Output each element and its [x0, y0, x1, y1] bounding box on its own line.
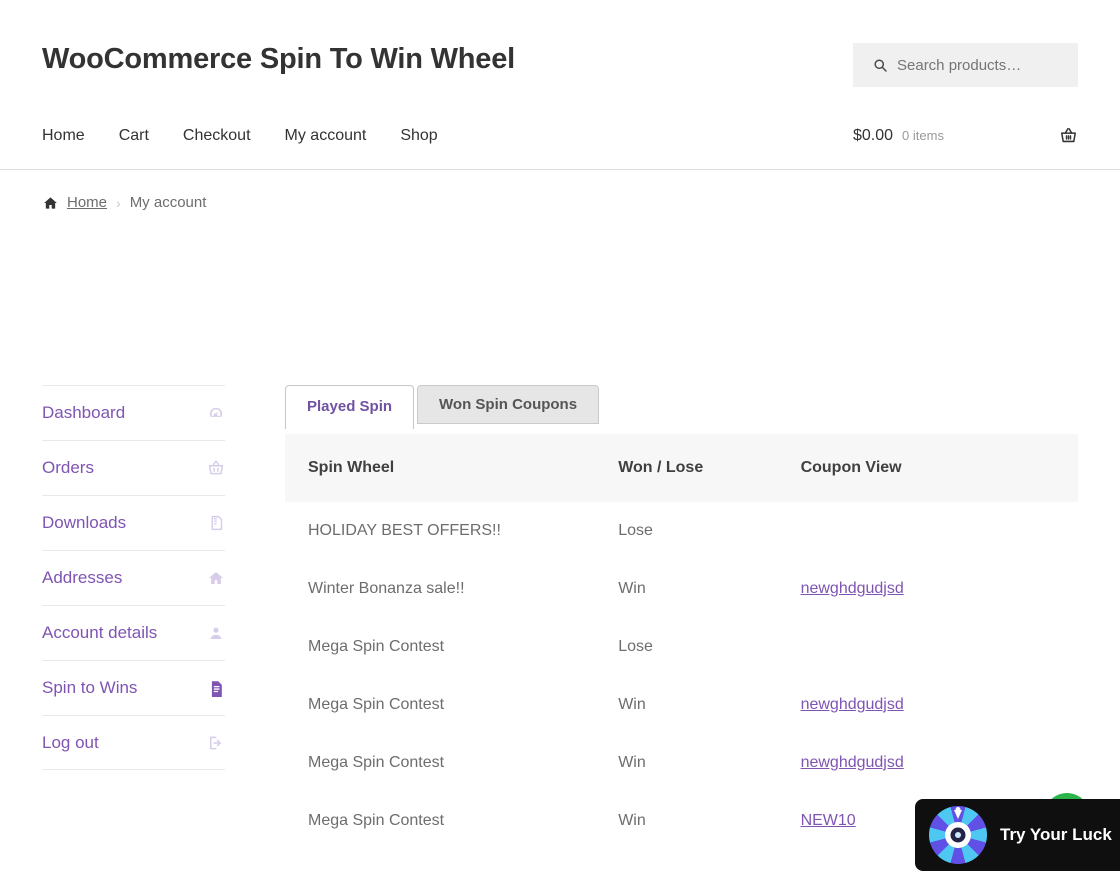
file-zip-icon [208, 514, 225, 532]
cell-coupon [785, 618, 1078, 676]
sidebar-link-account-details[interactable]: Account details [42, 623, 157, 643]
account-content: Played Spin Won Spin Coupons Spin Wheel … [285, 385, 1078, 850]
file-text-icon [208, 679, 225, 697]
tab-played-spin[interactable]: Played Spin [285, 385, 415, 429]
account-sidebar: Dashboard Orders Downloads Addresses Acc… [42, 385, 225, 770]
sidebar-item-spin-to-wins[interactable]: Spin to Wins [42, 660, 225, 715]
sidebar-item-log-out[interactable]: Log out [42, 715, 225, 770]
search-icon [873, 58, 897, 73]
cell-result: Win [618, 696, 646, 713]
breadcrumb-separator: › [116, 194, 121, 211]
table-row: Mega Spin Contest Win newghdgudjsd [285, 676, 1078, 734]
spin-tabs: Played Spin Won Spin Coupons [285, 385, 1078, 429]
nav-item-my-account[interactable]: My account [285, 127, 367, 144]
coupon-link[interactable]: newghdgudjsd [801, 696, 904, 713]
primary-nav: Home Cart Checkout My account Shop [42, 127, 472, 145]
sign-out-icon [207, 734, 225, 752]
col-header-coupon-view: Coupon View [784, 434, 1078, 502]
breadcrumb: Home › My account [42, 194, 1078, 211]
basket-icon [207, 459, 225, 477]
table-row: HOLIDAY BEST OFFERS!! Lose [285, 502, 1078, 560]
home-icon [207, 569, 225, 587]
home-icon [42, 195, 59, 211]
cell-spin-wheel: Mega Spin Contest [308, 812, 445, 829]
cell-spin-wheel: Mega Spin Contest [308, 638, 445, 655]
nav-item-home[interactable]: Home [42, 127, 85, 144]
col-header-spin-wheel: Spin Wheel [285, 434, 603, 502]
coupon-link[interactable]: newghdgudjsd [801, 754, 904, 771]
sidebar-item-dashboard[interactable]: Dashboard [42, 385, 225, 440]
site-header: WooCommerce Spin To Win Wheel Home Cart … [0, 0, 1120, 170]
cell-result: Lose [618, 638, 653, 655]
sidebar-item-orders[interactable]: Orders [42, 440, 225, 495]
cell-result: Win [618, 754, 646, 771]
nav-item-shop[interactable]: Shop [400, 127, 437, 144]
cart-total[interactable]: $0.00 [853, 127, 893, 145]
try-your-luck-label: Try Your Luck [1000, 825, 1112, 844]
coupon-link[interactable]: NEW10 [801, 812, 856, 829]
sidebar-link-dashboard[interactable]: Dashboard [42, 403, 125, 423]
cell-result: Win [618, 580, 646, 597]
gauge-icon [207, 404, 225, 422]
user-icon [207, 624, 225, 642]
header-divider [0, 169, 1120, 170]
col-header-won-lose: Won / Lose [602, 434, 785, 502]
sidebar-item-account-details[interactable]: Account details [42, 605, 225, 660]
cart-items-count: 0 items [902, 128, 944, 143]
sidebar-link-spin-to-wins[interactable]: Spin to Wins [42, 678, 137, 698]
sidebar-link-log-out[interactable]: Log out [42, 733, 99, 753]
basket-icon[interactable] [1059, 126, 1078, 145]
tab-won-spin-coupons[interactable]: Won Spin Coupons [417, 385, 600, 424]
cell-spin-wheel: HOLIDAY BEST OFFERS!! [308, 522, 501, 539]
played-spin-table: Spin Wheel Won / Lose Coupon View HOLIDA… [285, 434, 1078, 850]
coupon-link[interactable]: newghdgudjsd [801, 580, 904, 597]
cell-coupon: newghdgudjsd [785, 560, 1078, 618]
try-your-luck-widget[interactable]: Try Your Luck [915, 799, 1120, 871]
sidebar-link-downloads[interactable]: Downloads [42, 513, 126, 533]
product-search[interactable] [853, 43, 1078, 87]
cell-coupon: newghdgudjsd [785, 676, 1078, 734]
sidebar-item-downloads[interactable]: Downloads [42, 495, 225, 550]
header-cart: $0.00 0 items [853, 126, 1078, 145]
search-input[interactable] [897, 56, 1066, 74]
sidebar-link-orders[interactable]: Orders [42, 458, 94, 478]
sidebar-item-addresses[interactable]: Addresses [42, 550, 225, 605]
cell-spin-wheel: Mega Spin Contest [308, 696, 445, 713]
cell-spin-wheel: Mega Spin Contest [308, 754, 445, 771]
cell-spin-wheel: Winter Bonanza sale!! [308, 580, 465, 597]
breadcrumb-current: My account [129, 194, 207, 211]
table-row: Winter Bonanza sale!! Win newghdgudjsd [285, 560, 1078, 618]
nav-item-cart[interactable]: Cart [119, 127, 149, 144]
cell-coupon [785, 502, 1078, 560]
sidebar-link-addresses[interactable]: Addresses [42, 568, 122, 588]
breadcrumb-home-link[interactable]: Home [67, 194, 107, 211]
nav-item-checkout[interactable]: Checkout [183, 127, 251, 144]
spin-wheel-icon [929, 806, 987, 864]
table-row: Mega Spin Contest Win newghdgudjsd [285, 734, 1078, 792]
cell-coupon: newghdgudjsd [785, 734, 1078, 792]
table-row: Mega Spin Contest Lose [285, 618, 1078, 676]
table-header-row: Spin Wheel Won / Lose Coupon View [285, 434, 1078, 502]
cell-result: Win [618, 812, 646, 829]
cell-result: Lose [618, 522, 653, 539]
